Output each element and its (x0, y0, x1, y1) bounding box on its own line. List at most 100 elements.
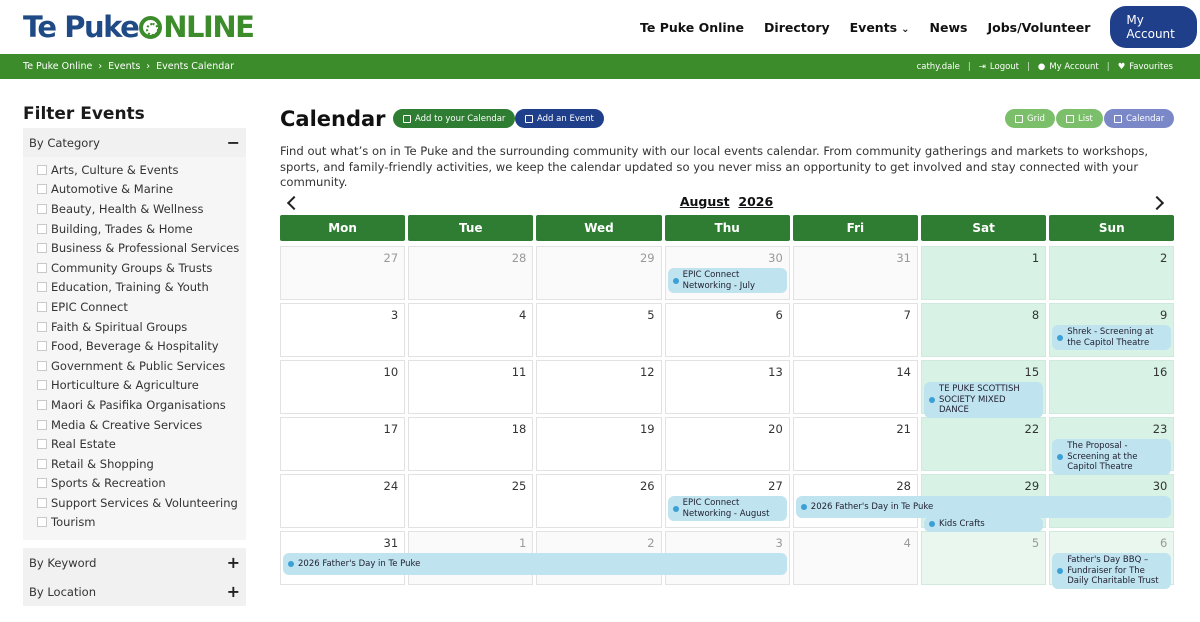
day-cell[interactable]: 29 (536, 246, 662, 300)
day-cell[interactable]: 24 (280, 474, 406, 528)
day-cell[interactable]: 12 (536, 360, 662, 414)
category-checkbox[interactable] (37, 439, 47, 450)
day-cell[interactable]: 1 (921, 246, 1047, 300)
day-cell[interactable]: 31 (792, 246, 918, 300)
day-cell[interactable]: 4 (792, 531, 918, 585)
category-item[interactable]: Retail & Shopping (37, 454, 246, 474)
site-logo[interactable]: Te Puke NLINE (23, 10, 255, 44)
day-cell[interactable]: 11 (408, 360, 534, 414)
category-item[interactable]: Maori & Pasifika Organisations (37, 395, 246, 415)
by-location-toggle[interactable]: By Location + (23, 577, 246, 607)
event-item[interactable]: The Proposal - Screening at the Capitol … (1052, 439, 1172, 475)
logout-link[interactable]: ⇥ Logout (979, 62, 1019, 72)
day-cell[interactable]: 14 (792, 360, 918, 414)
category-checkbox[interactable] (37, 360, 47, 371)
category-checkbox[interactable] (37, 497, 47, 508)
day-cell[interactable]: 16 (1049, 360, 1175, 414)
nav-directory[interactable]: Directory (764, 20, 830, 35)
category-item[interactable]: Support Services & Volunteering (37, 493, 246, 513)
category-checkbox[interactable] (37, 458, 47, 469)
day-cell[interactable]: 8 (921, 303, 1047, 357)
next-month-chevron-icon[interactable] (1151, 192, 1169, 214)
breadcrumb-home[interactable]: Te Puke Online (23, 61, 92, 72)
category-checkbox[interactable] (37, 223, 47, 234)
category-checkbox[interactable] (37, 478, 47, 489)
day-cell[interactable]: 3 (280, 303, 406, 357)
nav-news[interactable]: News (930, 20, 968, 35)
day-cell[interactable]: 27 (280, 246, 406, 300)
category-checkbox[interactable] (37, 517, 47, 528)
day-cell[interactable]: 6 (664, 303, 790, 357)
my-account-button[interactable]: My Account (1110, 6, 1197, 48)
view-list-button[interactable]: List (1056, 109, 1103, 128)
category-item[interactable]: Building, Trades & Home (37, 219, 246, 239)
nav-te-puke-online[interactable]: Te Puke Online (640, 20, 744, 35)
category-item[interactable]: Community Groups & Trusts (37, 258, 246, 278)
month-label[interactable]: August 2026 (280, 194, 1173, 209)
day-cell[interactable]: 22 (921, 417, 1047, 471)
category-checkbox[interactable] (37, 243, 47, 254)
category-item[interactable]: Sports & Recreation (37, 474, 246, 494)
category-item[interactable]: Faith & Spiritual Groups (37, 317, 246, 337)
day-cell[interactable]: 7 (792, 303, 918, 357)
category-item[interactable]: Automotive & Marine (37, 180, 246, 200)
day-cell[interactable]: 28 (408, 246, 534, 300)
day-cell[interactable]: 21 (792, 417, 918, 471)
day-cell[interactable]: 19 (536, 417, 662, 471)
event-item[interactable]: Shrek - Screening at the Capitol Theatre (1052, 325, 1172, 350)
day-cell[interactable]: 20 (664, 417, 790, 471)
category-checkbox[interactable] (37, 282, 47, 293)
nav-jobs-volunteer[interactable]: Jobs/Volunteer (987, 20, 1090, 35)
category-checkbox[interactable] (37, 184, 47, 195)
day-number: 28 (896, 479, 911, 493)
category-checkbox[interactable] (37, 380, 47, 391)
event-item[interactable]: EPIC Connect Networking - August (667, 496, 787, 521)
category-item[interactable]: Horticulture & Agriculture (37, 376, 246, 396)
day-cell[interactable]: 5 (536, 303, 662, 357)
category-checkbox[interactable] (37, 203, 47, 214)
day-cell[interactable]: 2 (1049, 246, 1175, 300)
event-item[interactable]: Father's Day BBQ – Fundraiser for The Da… (1052, 553, 1172, 589)
day-cell[interactable]: 26 (536, 474, 662, 528)
event-item[interactable]: TE PUKE SCOTTISH SOCIETY MIXED DANCE (924, 382, 1044, 418)
category-item[interactable]: Education, Training & Youth (37, 278, 246, 298)
day-cell[interactable]: 10 (280, 360, 406, 414)
add-to-calendar-button[interactable]: Add to your Calendar (393, 109, 516, 128)
breadcrumb-events[interactable]: Events (108, 61, 140, 72)
category-checkbox[interactable] (37, 399, 47, 410)
day-cell[interactable]: 5 (921, 531, 1047, 585)
favourites-link[interactable]: ♥ Favourites (1118, 62, 1173, 72)
category-checkbox[interactable] (37, 321, 47, 332)
category-item[interactable]: EPIC Connect (37, 297, 246, 317)
category-item[interactable]: Tourism (37, 513, 246, 533)
category-item[interactable]: Beauty, Health & Wellness (37, 199, 246, 219)
category-item[interactable]: Media & Creative Services (37, 415, 246, 435)
nav-events[interactable]: Events ⌄ (850, 20, 910, 35)
day-cell[interactable]: 13 (664, 360, 790, 414)
category-item[interactable]: Real Estate (37, 434, 246, 454)
by-keyword-toggle[interactable]: By Keyword + (23, 548, 246, 578)
day-cell[interactable]: 18 (408, 417, 534, 471)
category-item[interactable]: Business & Professional Services (37, 238, 246, 258)
category-item[interactable]: Government & Public Services (37, 356, 246, 376)
view-grid-button[interactable]: Grid (1005, 109, 1055, 128)
category-checkbox[interactable] (37, 419, 47, 430)
day-cell[interactable]: 4 (408, 303, 534, 357)
day-cell[interactable]: 17 (280, 417, 406, 471)
category-item[interactable]: Arts, Culture & Events (37, 160, 246, 180)
by-category-toggle[interactable]: By Category − (23, 128, 246, 157)
view-calendar-button[interactable]: Calendar (1104, 109, 1175, 128)
category-checkbox[interactable] (37, 164, 47, 175)
add-event-button[interactable]: Add an Event (515, 109, 604, 128)
category-checkbox[interactable] (37, 341, 47, 352)
event-item[interactable]: Kids Crafts (924, 517, 1044, 532)
my-account-link[interactable]: ● My Account (1038, 62, 1099, 72)
event-item[interactable]: 2026 Father's Day in Te Puke (795, 496, 1172, 518)
event-item[interactable]: EPIC Connect Networking - July (667, 268, 787, 293)
event-item[interactable]: 2026 Father's Day in Te Puke (283, 553, 787, 575)
day-number: 15 (1024, 365, 1040, 379)
category-checkbox[interactable] (37, 301, 47, 312)
category-item[interactable]: Food, Beverage & Hospitality (37, 336, 246, 356)
day-cell[interactable]: 25 (408, 474, 534, 528)
category-checkbox[interactable] (37, 262, 47, 273)
